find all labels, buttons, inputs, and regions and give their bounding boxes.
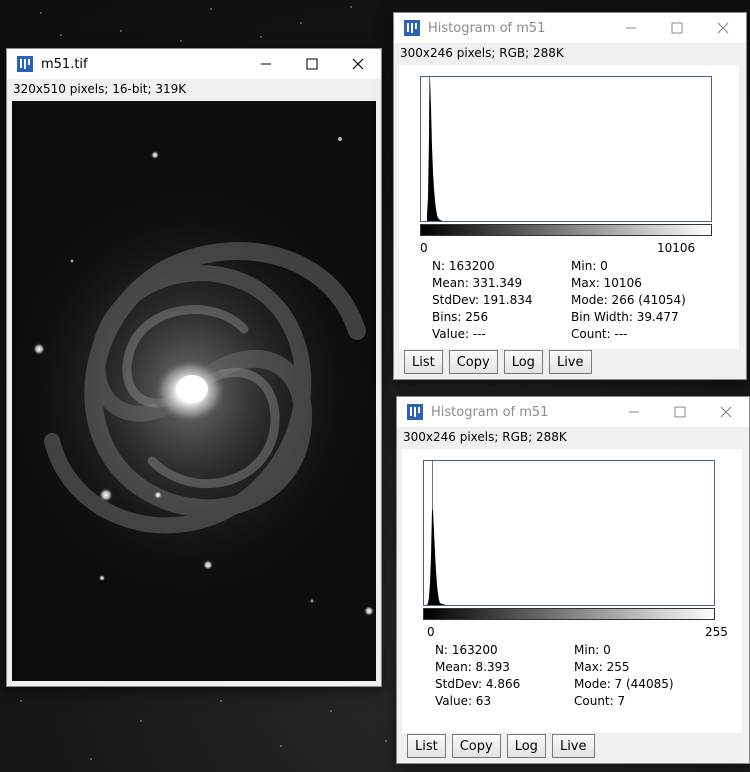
minimize-button[interactable] (243, 49, 289, 79)
image-info: 320x510 pixels; 16-bit; 319K (13, 82, 187, 96)
histogram-1-titlebar[interactable]: Histogram of m51 (394, 13, 746, 43)
stat-mean: Mean: 8.393 (435, 660, 510, 674)
stat-n: N: 163200 (435, 643, 498, 657)
histogram-info: 300x246 pixels; RGB; 288K (400, 46, 564, 60)
close-icon (720, 406, 732, 418)
close-button[interactable] (335, 49, 381, 79)
stats-right-column: Min: 0 Max: 10106 Mode: 266 (41054) Bin … (571, 258, 686, 343)
image-window-titlebar[interactable]: m51.tif (7, 49, 381, 79)
histogram-bars (427, 461, 446, 605)
x-min-label: 0 (420, 241, 428, 255)
stat-bins: Bins: 256 (432, 310, 489, 324)
close-icon (717, 22, 729, 34)
stat-max: Max: 10106 (571, 276, 642, 290)
minimize-icon (629, 411, 639, 413)
stat-stddev: StdDev: 4.866 (435, 677, 521, 691)
maximize-button[interactable] (654, 13, 700, 43)
histogram-window-1[interactable]: Histogram of m51 300x246 pixels; RGB; 28… (393, 12, 747, 380)
galaxy-image (12, 101, 376, 681)
histogram-button-row: List Copy Log Live (404, 350, 592, 374)
close-icon (352, 58, 364, 70)
maximize-icon (671, 22, 683, 34)
stat-mode: Mode: 266 (41054) (571, 293, 686, 307)
log-button[interactable]: Log (506, 734, 546, 758)
maximize-button[interactable] (289, 49, 335, 79)
imagej-icon (404, 20, 420, 36)
window-title: Histogram of m51 (431, 404, 549, 420)
histogram-plot[interactable] (423, 460, 715, 606)
live-button[interactable]: Live (551, 734, 595, 758)
minimize-button[interactable] (611, 397, 657, 427)
stat-n: N: 163200 (432, 259, 495, 273)
maximize-icon (306, 58, 318, 70)
x-max-label: 255 (705, 625, 728, 639)
histogram-info: 300x246 pixels; RGB; 288K (403, 430, 567, 444)
stats-left-column: N: 163200 Mean: 331.349 StdDev: 191.834 … (432, 258, 533, 343)
x-max-label: 10106 (657, 241, 696, 255)
histogram-panel: 0 255 N: 163200 Mean: 8.393 StdDev: 4.86… (402, 449, 742, 733)
imagej-icon (407, 404, 423, 420)
minimize-icon (261, 63, 271, 65)
window-title: m51.tif (41, 56, 88, 72)
stat-mode: Mode: 7 (44085) (574, 677, 674, 691)
histogram-window-2[interactable]: Histogram of m51 300x246 pixels; RGB; 28… (396, 396, 750, 764)
stat-min: Min: 0 (574, 643, 611, 657)
close-button[interactable] (700, 13, 746, 43)
stat-bin-width: Bin Width: 39.477 (571, 310, 679, 324)
histogram-button-row: List Copy Log Live (407, 734, 595, 758)
list-button[interactable]: List (404, 350, 443, 374)
stat-max: Max: 255 (574, 660, 630, 674)
minimize-button[interactable] (608, 13, 654, 43)
stat-mean: Mean: 331.349 (432, 276, 523, 290)
intensity-gradient-bar (423, 608, 715, 620)
close-button[interactable] (703, 397, 749, 427)
x-min-label: 0 (427, 625, 435, 639)
histogram-panel: 0 10106 N: 163200 Mean: 331.349 StdDev: … (399, 65, 739, 349)
histogram-bars (427, 77, 443, 221)
window-title: Histogram of m51 (428, 20, 546, 36)
imagej-icon (17, 56, 33, 72)
minimize-icon (626, 27, 636, 29)
log-button[interactable]: Log (503, 350, 543, 374)
intensity-gradient-bar (420, 224, 712, 236)
copy-button[interactable]: Copy (451, 734, 501, 758)
stat-value: Value: --- (432, 327, 486, 341)
live-button[interactable]: Live (548, 350, 592, 374)
galaxy-image-canvas[interactable] (12, 101, 376, 681)
histogram-plot[interactable] (420, 76, 712, 222)
maximize-icon (674, 406, 686, 418)
stats-left-column: N: 163200 Mean: 8.393 StdDev: 4.866 Valu… (435, 642, 520, 710)
list-button[interactable]: List (407, 734, 446, 758)
copy-button[interactable]: Copy (448, 350, 498, 374)
maximize-button[interactable] (657, 397, 703, 427)
histogram-2-titlebar[interactable]: Histogram of m51 (397, 397, 749, 427)
stat-count: Count: --- (571, 327, 628, 341)
stat-min: Min: 0 (571, 259, 608, 273)
stats-right-column: Min: 0 Max: 255 Mode: 7 (44085) Count: 7 (574, 642, 674, 710)
image-window[interactable]: m51.tif 320x510 pixels; 16-bit; 319K (6, 48, 382, 687)
stat-count: Count: 7 (574, 694, 626, 708)
stat-stddev: StdDev: 191.834 (432, 293, 533, 307)
stat-value: Value: 63 (435, 694, 492, 708)
